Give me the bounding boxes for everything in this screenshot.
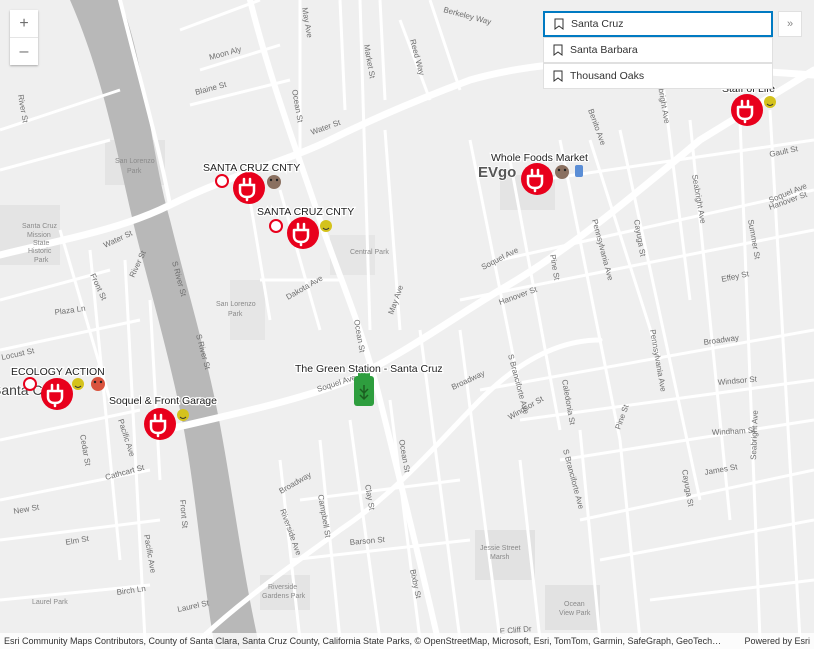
svg-text:SANTA CRUZ CNTY: SANTA CRUZ CNTY	[257, 206, 354, 218]
map-canvas[interactable]: San Lorenzo Park Santa Cruz Mission Stat…	[0, 0, 814, 649]
powered-by-esri[interactable]: Powered by Esri	[744, 633, 810, 649]
evgo-logo: EVgo	[477, 163, 517, 182]
zoom-in-button[interactable]: +	[10, 10, 38, 37]
ev-station-marker[interactable]	[144, 408, 176, 440]
bookmarks-panel: Santa Cruz Santa Barbara Thousand Oaks	[543, 11, 773, 89]
attribution-bar: Esri Community Maps Contributors, County…	[0, 633, 814, 649]
bookmark-label: Thousand Oaks	[570, 70, 645, 82]
svg-text:Marsh: Marsh	[490, 554, 510, 561]
bookmark-item-thousand-oaks[interactable]: Thousand Oaks	[543, 63, 773, 89]
svg-text:San Lorenzo: San Lorenzo	[216, 301, 256, 308]
svg-text:Ocean: Ocean	[564, 601, 585, 608]
chevron-double-right-icon: »	[786, 18, 794, 30]
attribution-text[interactable]: Esri Community Maps Contributors, County…	[4, 633, 734, 649]
plus-icon: +	[19, 15, 29, 32]
svg-text:Laurel Park: Laurel Park	[32, 599, 68, 606]
svg-text:SANTA CRUZ CNTY: SANTA CRUZ CNTY	[203, 162, 300, 174]
bookmark-label: Santa Barbara	[570, 44, 638, 56]
collapse-panel-button[interactable]: »	[778, 11, 802, 37]
ev-station-marker[interactable]	[233, 172, 265, 204]
svg-text:Park: Park	[127, 168, 142, 175]
svg-text:Park: Park	[228, 311, 243, 318]
svg-text:Park: Park	[34, 257, 49, 264]
bookmark-item-santa-cruz[interactable]: Santa Cruz	[543, 11, 773, 37]
svg-text:State: State	[33, 240, 49, 247]
bookmark-icon	[548, 44, 568, 56]
zoom-control: + –	[10, 10, 38, 65]
ev-station-marker[interactable]	[731, 94, 763, 126]
svg-text:San Lorenzo: San Lorenzo	[115, 158, 155, 165]
fuel-station-marker[interactable]	[354, 372, 374, 406]
svg-text:Central Park: Central Park	[350, 249, 389, 256]
ev-station-marker[interactable]	[287, 217, 319, 249]
bookmark-icon	[548, 70, 568, 82]
svg-text:Riverside: Riverside	[268, 584, 297, 591]
svg-text:Soquel & Front Garage: Soquel & Front Garage	[109, 395, 217, 407]
ev-station-marker[interactable]	[41, 378, 73, 410]
svg-text:The Green Station - Santa Cruz: The Green Station - Santa Cruz	[295, 363, 443, 375]
svg-text:ECOLOGY ACTION: ECOLOGY ACTION	[11, 366, 105, 378]
bookmark-item-santa-barbara[interactable]: Santa Barbara	[543, 37, 773, 63]
bookmark-icon	[549, 18, 569, 30]
svg-text:Mission: Mission	[27, 232, 51, 239]
svg-text:EVgo: EVgo	[478, 164, 516, 181]
ev-station-marker[interactable]	[521, 163, 553, 195]
svg-text:Jessie Street: Jessie Street	[480, 545, 521, 552]
bookmark-label: Santa Cruz	[571, 18, 624, 30]
svg-text:Whole Foods Market: Whole Foods Market	[491, 152, 588, 164]
svg-text:View Park: View Park	[559, 610, 591, 617]
svg-text:Gardens Park: Gardens Park	[262, 593, 306, 600]
zoom-out-button[interactable]: –	[10, 37, 38, 65]
svg-text:Santa Cruz: Santa Cruz	[22, 223, 58, 230]
svg-text:Historic: Historic	[28, 248, 52, 255]
minus-icon: –	[19, 43, 29, 60]
